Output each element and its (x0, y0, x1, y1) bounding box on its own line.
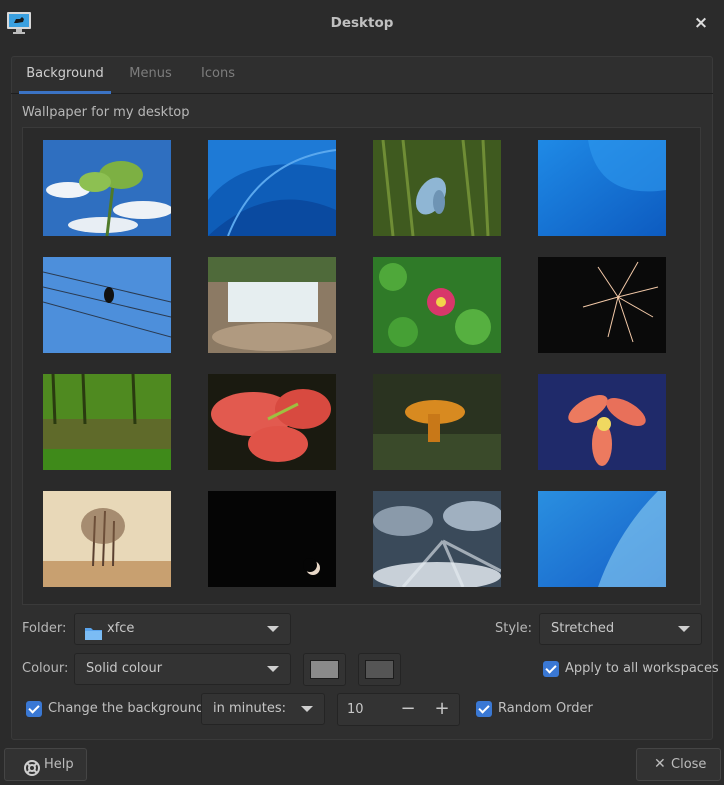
wallpaper-thumb-blue-gradient[interactable] (538, 140, 666, 236)
wallpaper-thumb-red-lily[interactable] (208, 374, 336, 470)
wallpaper-thumb-orange-lily[interactable] (538, 374, 666, 470)
checkbox-checked-icon[interactable] (543, 661, 559, 677)
wallpaper-thumb-butterfly[interactable] (373, 140, 501, 236)
style-combo[interactable]: Stretched (539, 613, 702, 645)
chevron-down-icon (678, 626, 690, 632)
wallpaper-thumb-mushroom[interactable] (373, 374, 501, 470)
increment-button[interactable]: + (425, 694, 459, 725)
help-button[interactable]: Help (4, 748, 87, 781)
wallpaper-thumb-trees-sepia[interactable] (43, 491, 171, 587)
interval-value[interactable]: 10 (347, 694, 364, 725)
close-button[interactable]: ✕ Close (636, 748, 721, 781)
wallpaper-thumb-leaf-sky[interactable] (43, 140, 171, 236)
interval-spinbutton[interactable]: 10 − + (337, 693, 460, 726)
random-order-label: Random Order (498, 701, 593, 716)
wallpaper-thumb-waterfall[interactable] (208, 257, 336, 353)
colour-value: Solid colour (86, 661, 163, 676)
wallpaper-thumb-pink-flower[interactable] (373, 257, 501, 353)
close-label: Close (671, 757, 707, 772)
apply-all-label: Apply to all workspaces (565, 661, 719, 676)
help-lifebuoy-icon (24, 757, 40, 776)
secondary-colour-swatch (365, 660, 394, 679)
colour-combo[interactable]: Solid colour (74, 653, 291, 685)
folder-value: xfce (107, 621, 135, 636)
tab-background[interactable]: Background (19, 56, 111, 94)
folder-icon (85, 622, 102, 640)
apply-all-workspaces-checkbox[interactable]: Apply to all workspaces (543, 660, 719, 680)
wallpaper-thumb-green-forest[interactable] (43, 374, 171, 470)
style-value: Stretched (551, 621, 615, 636)
tab-bar: Background Menus Icons (11, 56, 713, 94)
decrement-button[interactable]: − (391, 694, 425, 725)
folder-label: Folder: (22, 621, 67, 636)
chevron-down-icon (267, 666, 279, 672)
wallpaper-thumb-blue-waves[interactable] (208, 140, 336, 236)
close-icon: ✕ (654, 756, 666, 772)
style-label: Style: (495, 621, 533, 636)
wallpaper-thumb-clouds-rays[interactable] (373, 491, 501, 587)
title-bar: Desktop × (0, 0, 724, 46)
window-title: Desktop (330, 15, 394, 31)
chevron-down-icon (267, 626, 279, 632)
checkbox-checked-icon[interactable] (476, 701, 492, 717)
wallpaper-thumb-night-moon[interactable] (208, 491, 336, 587)
interval-unit-combo[interactable]: in minutes: (201, 693, 325, 725)
tab-icons[interactable]: Icons (193, 56, 243, 94)
chevron-down-icon (301, 706, 313, 712)
tab-menus[interactable]: Menus (123, 56, 178, 94)
primary-colour-swatch (310, 660, 339, 679)
checkbox-checked-icon[interactable] (26, 701, 42, 717)
wallpaper-thumb-fireworks[interactable] (538, 257, 666, 353)
random-order-checkbox[interactable]: Random Order (476, 700, 596, 720)
interval-unit-value: in minutes: (213, 701, 286, 716)
help-label: Help (44, 757, 74, 772)
wallpaper-section-label: Wallpaper for my desktop (22, 105, 190, 120)
wallpaper-thumb-bird-wires[interactable] (43, 257, 171, 353)
folder-combo[interactable]: xfce (74, 613, 291, 645)
close-icon[interactable]: × (692, 14, 710, 32)
change-background-checkbox[interactable]: Change the background (26, 700, 204, 720)
colour-label: Colour: (22, 661, 69, 676)
primary-colour-button[interactable] (303, 653, 346, 686)
secondary-colour-button[interactable] (358, 653, 401, 686)
wallpaper-thumb-light-blue-swirl[interactable] (538, 491, 666, 587)
change-background-label: Change the background (48, 701, 205, 716)
